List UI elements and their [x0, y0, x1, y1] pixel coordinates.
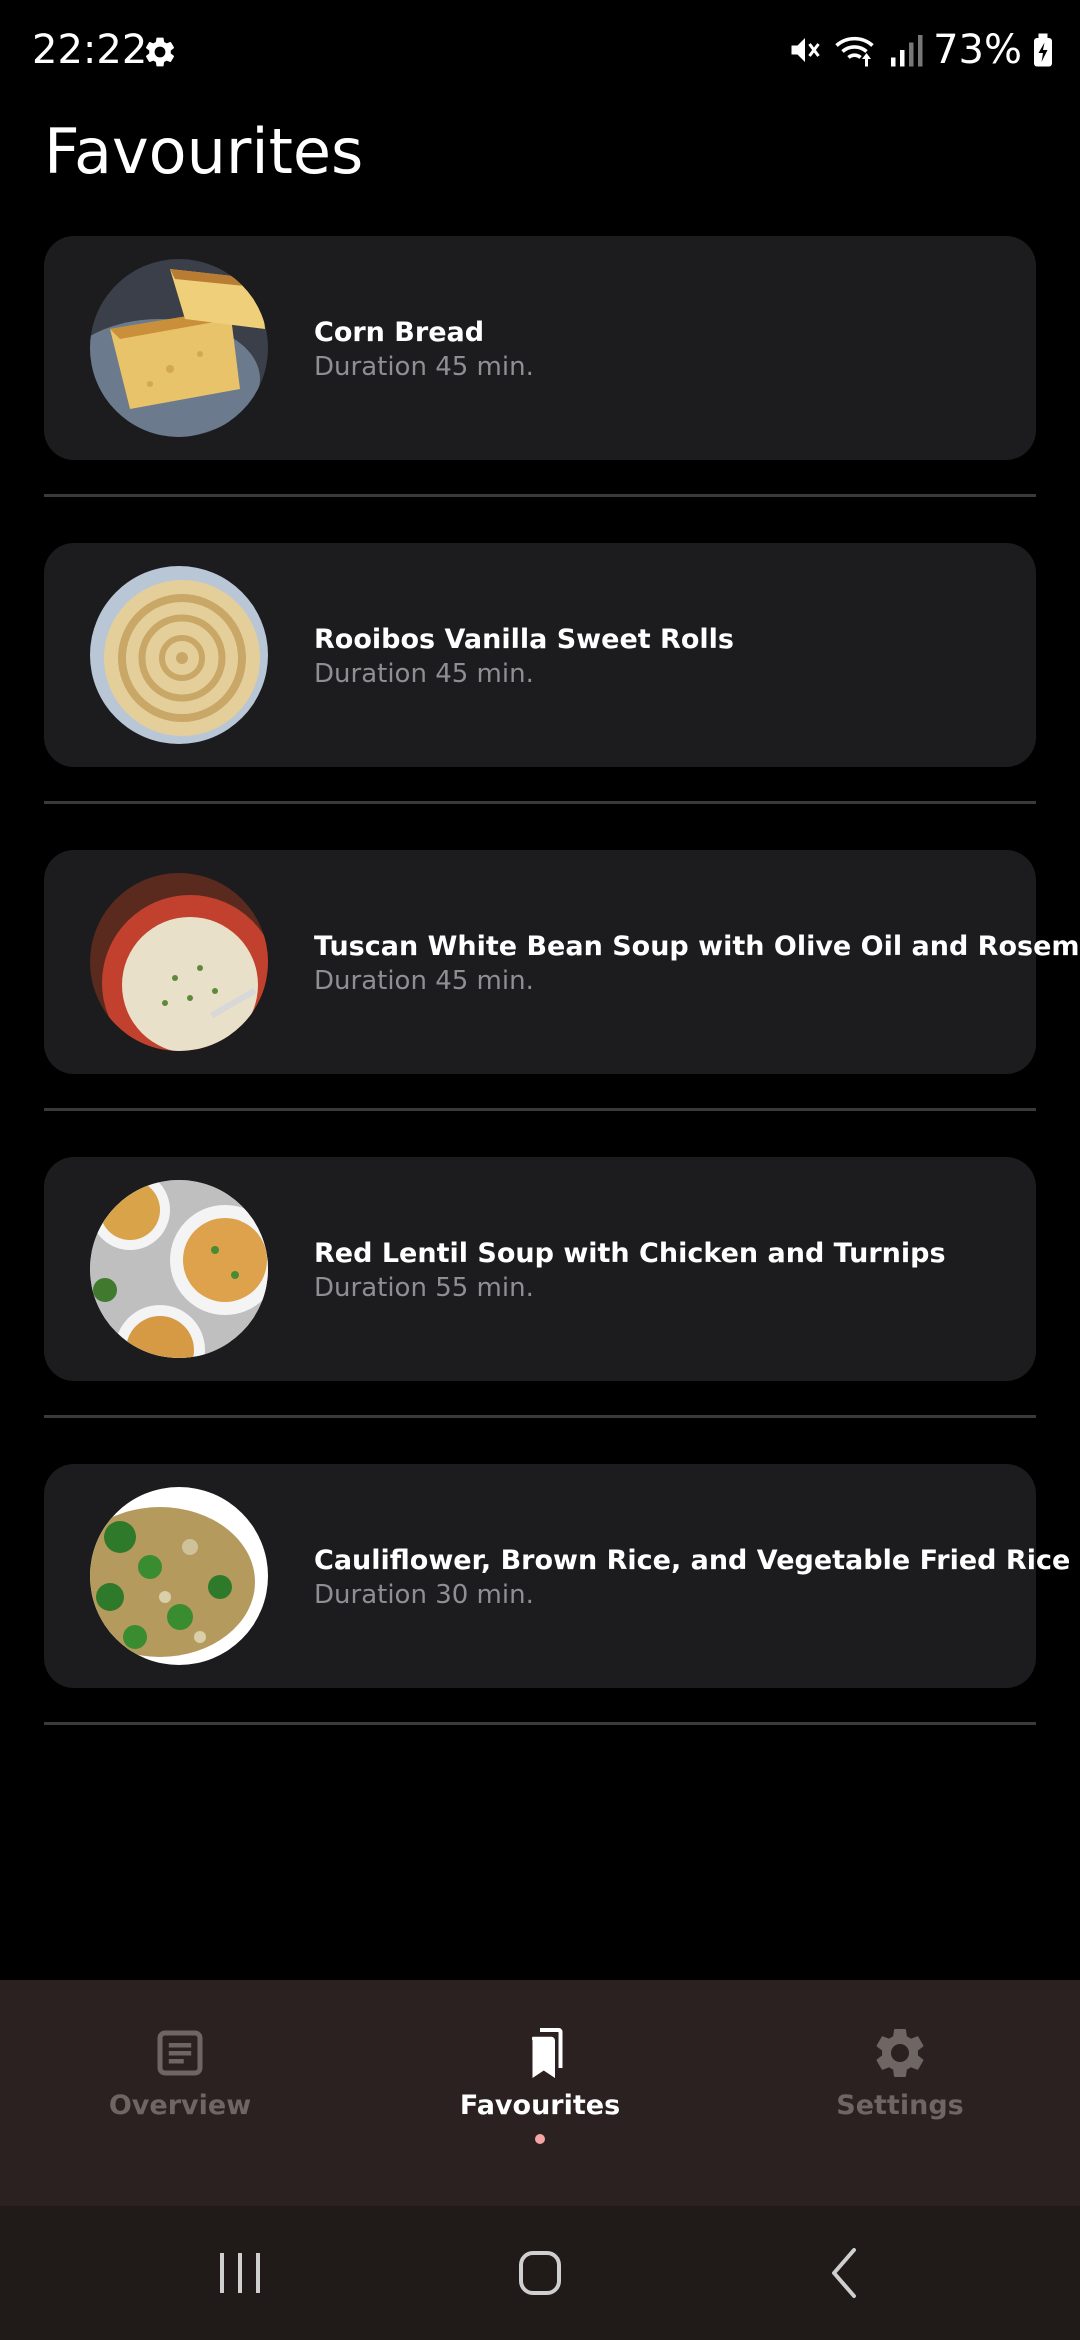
page-title: Favourites [44, 115, 364, 188]
status-icons: 73% [787, 24, 1054, 76]
divider [44, 1722, 1036, 1725]
recipe-name: Red Lentil Soup with Chicken and Turnips [314, 1238, 946, 1269]
recipe-image [90, 873, 268, 1051]
nav-item-settings[interactable]: Settings [720, 1980, 1080, 2206]
recipe-card[interactable]: Tuscan White Bean Soup with Olive Oil an… [44, 850, 1080, 1074]
article-icon [157, 2030, 203, 2076]
recipe-image [90, 1180, 268, 1358]
recipe-name: Corn Bread [314, 317, 485, 348]
recipe-name: Tuscan White Bean Soup with Olive Oil an… [314, 931, 1080, 962]
divider [44, 1108, 1036, 1111]
recipe-image [90, 259, 268, 437]
list-item: Corn Bread Duration 45 min. [44, 236, 1036, 543]
bookmarks-icon [531, 2028, 563, 2078]
divider [44, 494, 1036, 497]
list-item: Cauliflower, Brown Rice, and Vegetable F… [44, 1464, 1071, 1771]
list-item: Rooibos Vanilla Sweet Rolls Duration 45 … [44, 543, 1036, 850]
recipe-card[interactable]: Cauliflower, Brown Rice, and Vegetable F… [44, 1464, 1071, 1688]
nav-label: Favourites [459, 2090, 621, 2121]
list-item: Tuscan White Bean Soup with Olive Oil an… [44, 850, 1080, 1157]
bottom-navigation: Overview Favourites Settings [0, 1980, 1080, 2206]
recipe-duration: Duration 45 min. [314, 966, 534, 996]
nav-item-overview[interactable]: Overview [0, 1980, 360, 2206]
battery-charging-icon [1034, 33, 1052, 67]
nav-label: Overview [108, 2090, 252, 2121]
divider [44, 1415, 1036, 1418]
mute-icon [791, 38, 820, 62]
status-bar: 22:22 73% [0, 0, 1080, 100]
nav-label: Settings [836, 2090, 964, 2121]
recipe-image [90, 566, 268, 744]
wifi-icon [835, 36, 874, 67]
cellular-signal-icon [891, 35, 923, 67]
recipe-duration: Duration 45 min. [314, 352, 534, 382]
home-icon[interactable] [500, 2238, 580, 2308]
divider [44, 801, 1036, 804]
recipe-name: Rooibos Vanilla Sweet Rolls [314, 624, 734, 655]
favourites-list: Corn Bread Duration 45 min. Rooibos Vani… [44, 236, 1080, 1771]
recents-icon[interactable] [200, 2238, 280, 2308]
recipe-name: Cauliflower, Brown Rice, and Vegetable F… [314, 1545, 1071, 1576]
battery-percent: 73% [933, 27, 1022, 73]
recipe-card[interactable]: Rooibos Vanilla Sweet Rolls Duration 45 … [44, 543, 1036, 767]
recipe-duration: Duration 30 min. [314, 1580, 534, 1610]
recipe-image [90, 1487, 268, 1665]
settings-gear-icon [145, 37, 175, 67]
recipe-card[interactable]: Red Lentil Soup with Chicken and Turnips… [44, 1157, 1036, 1381]
back-icon[interactable] [804, 2238, 884, 2308]
recipe-duration: Duration 55 min. [314, 1273, 534, 1303]
system-navigation-bar [0, 2206, 1080, 2340]
status-time: 22:22 [32, 27, 148, 73]
gear-icon [876, 2028, 924, 2077]
nav-item-favourites[interactable]: Favourites [360, 1980, 720, 2206]
active-indicator [535, 2134, 545, 2144]
recipe-duration: Duration 45 min. [314, 659, 534, 689]
list-item: Red Lentil Soup with Chicken and Turnips… [44, 1157, 1036, 1464]
recipe-card[interactable]: Corn Bread Duration 45 min. [44, 236, 1036, 460]
